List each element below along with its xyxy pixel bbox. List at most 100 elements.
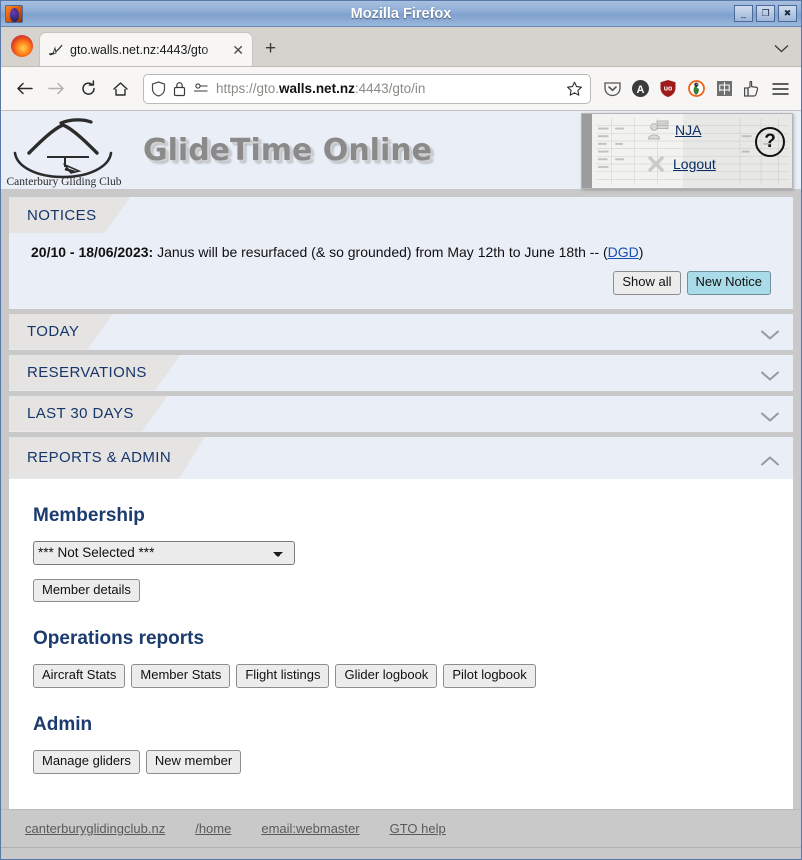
shield-icon <box>151 80 166 97</box>
app-menu-button[interactable] <box>767 76 793 102</box>
hand-icon[interactable] <box>739 76 765 102</box>
notices-body: 20/10 - 18/06/2023: Janus will be resurf… <box>9 233 793 309</box>
lock-icon <box>173 81 186 96</box>
reports-admin-panel: REPORTS & ADMIN Membership *** Not Selec… <box>9 436 793 809</box>
reload-button[interactable] <box>73 74 103 104</box>
reservations-panel: RESERVATIONS <box>9 354 793 391</box>
club-logo: Canterbury Gliding Club <box>3 111 125 189</box>
reports-admin-header[interactable]: REPORTS & ADMIN <box>9 436 793 479</box>
duckduckgo-icon[interactable] <box>683 76 709 102</box>
tab-close-icon[interactable]: ✕ <box>232 43 244 57</box>
notices-panel: NOTICES 20/10 - 18/06/2023: Janus will b… <box>9 197 793 309</box>
admin-actions: Manage gliders New member <box>33 750 793 775</box>
back-button[interactable] <box>9 74 39 104</box>
page-viewport: Canterbury Gliding Club GlideTime Online <box>1 111 801 847</box>
member-select[interactable]: *** Not Selected *** <box>33 540 295 565</box>
manage-gliders-button[interactable]: Manage gliders <box>33 750 140 775</box>
logout-row[interactable]: Logout <box>647 155 716 173</box>
new-member-button[interactable]: New member <box>145 750 242 775</box>
close-button[interactable]: ✖ <box>778 5 797 22</box>
list-all-tabs-icon[interactable] <box>774 41 789 56</box>
status-bar <box>1 847 801 859</box>
site-permissions-icon[interactable] <box>193 82 209 96</box>
notices-header[interactable]: NOTICES <box>9 197 793 233</box>
flight-listings-button[interactable]: Flight listings <box>236 664 330 689</box>
today-tab-label: TODAY <box>9 314 113 350</box>
membership-heading: Membership <box>33 504 145 526</box>
last-30-days-header[interactable]: LAST 30 DAYS <box>9 395 793 432</box>
operations-report-actions: Aircraft Stats Member Stats Flight listi… <box>33 664 793 689</box>
address-bar[interactable]: https://gto.walls.net.nz:4443/gto/in <box>143 73 591 104</box>
user-panel: NJA Logout ? <box>581 113 793 189</box>
admin-heading: Admin <box>33 714 93 736</box>
today-panel: TODAY <box>9 313 793 350</box>
logout-x-icon <box>648 156 664 172</box>
tab-strip: gto.walls.net.nz:4443/gto ✕ + <box>1 27 801 67</box>
footer-link-home[interactable]: /home <box>195 821 231 836</box>
club-logo-caption: Canterbury Gliding Club <box>7 176 122 188</box>
footer-link-club-site[interactable]: canterburyglidingclub.nz <box>25 821 165 836</box>
operations-reports-heading: Operations reports <box>33 628 205 650</box>
site-brand-title: GlideTime Online <box>143 132 432 168</box>
chevron-down-icon[interactable] <box>761 368 779 381</box>
svg-text:uo: uo <box>664 86 673 93</box>
minimize-button[interactable]: _ <box>734 5 753 22</box>
user-card-icon <box>648 120 669 140</box>
tab-title: gto.walls.net.nz:4443/gto <box>70 42 209 57</box>
reports-admin-tab-label: REPORTS & ADMIN <box>9 437 205 479</box>
membership-actions: Member details <box>33 578 793 603</box>
notice-message: Janus will be resurfaced (& so grounded)… <box>153 244 608 260</box>
new-tab-button[interactable]: + <box>265 39 276 58</box>
footer-link-gto-help[interactable]: GTO help <box>390 821 446 836</box>
username-link[interactable]: NJA <box>675 122 701 138</box>
notice-text-end: ) <box>638 244 644 260</box>
chevron-up-icon[interactable] <box>761 453 779 466</box>
window-title: Mozilla Firefox <box>350 5 452 22</box>
forward-button[interactable] <box>41 74 71 104</box>
firefox-logo-icon <box>11 35 33 57</box>
today-header[interactable]: TODAY <box>9 313 793 350</box>
accordion-container: NOTICES 20/10 - 18/06/2023: Janus will b… <box>1 191 801 809</box>
maximize-button[interactable]: ❐ <box>756 5 775 22</box>
a-circle-icon[interactable]: A <box>627 76 653 102</box>
url-text: https://gto.walls.net.nz:4443/gto/in <box>216 81 426 96</box>
notices-tab-label: NOTICES <box>9 197 130 233</box>
help-button[interactable]: ? <box>755 127 785 157</box>
notice-text: 20/10 - 18/06/2023: Janus will be resurf… <box>31 243 771 263</box>
show-all-button[interactable]: Show all <box>613 270 681 295</box>
last-30-days-panel: LAST 30 DAYS <box>9 395 793 432</box>
aircraft-stats-button[interactable]: Aircraft Stats <box>33 664 126 689</box>
reservations-tab-label: RESERVATIONS <box>9 355 181 391</box>
firefox-app-icon <box>5 4 23 23</box>
notice-author-link[interactable]: DGD <box>608 244 639 260</box>
reservations-header[interactable]: RESERVATIONS <box>9 354 793 391</box>
window-titlebar: Mozilla Firefox _ ❐ ✖ <box>1 1 801 27</box>
notice-date-range: 20/10 - 18/06/2023: <box>31 244 154 260</box>
footer-link-webmaster[interactable]: email:webmaster <box>261 821 359 836</box>
navigation-toolbar: https://gto.walls.net.nz:4443/gto/in A u… <box>1 67 801 111</box>
user-links: NJA Logout <box>647 119 716 173</box>
browser-tab[interactable]: gto.walls.net.nz:4443/gto ✕ <box>39 32 253 66</box>
chevron-down-icon[interactable] <box>761 409 779 422</box>
svg-text:中: 中 <box>717 83 730 98</box>
pocket-icon[interactable] <box>599 76 625 102</box>
pilot-logbook-button[interactable]: Pilot logbook <box>443 664 536 689</box>
svg-text:A: A <box>636 84 644 96</box>
glider-logbook-button[interactable]: Glider logbook <box>335 664 438 689</box>
new-notice-button[interactable]: New Notice <box>686 270 771 295</box>
home-button[interactable] <box>105 74 135 104</box>
site-header: Canterbury Gliding Club GlideTime Online <box>1 111 801 191</box>
logout-link[interactable]: Logout <box>673 156 716 172</box>
member-details-button[interactable]: Member details <box>33 578 140 603</box>
member-stats-button[interactable]: Member Stats <box>131 664 231 689</box>
bookmark-star-icon[interactable] <box>566 81 583 97</box>
user-account-row[interactable]: NJA <box>647 119 716 141</box>
notice-actions: Show all New Notice <box>31 270 771 295</box>
ublock-shield-icon[interactable]: uo <box>655 76 681 102</box>
chevron-down-icon[interactable] <box>761 327 779 340</box>
site-footer: canterburyglidingclub.nz /home email:web… <box>1 809 801 847</box>
web-page: Canterbury Gliding Club GlideTime Online <box>1 111 801 847</box>
last-30-days-tab-label: LAST 30 DAYS <box>9 396 168 432</box>
browser-window: Mozilla Firefox _ ❐ ✖ gto.walls.net.nz:4… <box>0 0 802 860</box>
chinese-char-icon[interactable]: 中 <box>711 76 737 102</box>
